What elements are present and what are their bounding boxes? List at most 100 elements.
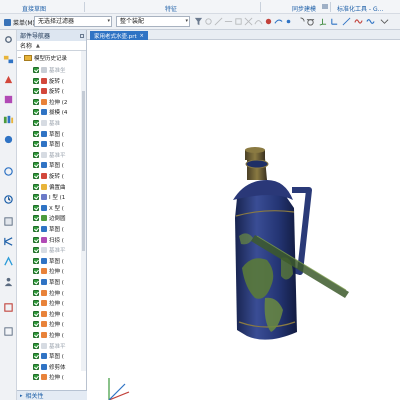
wave-curve-icon[interactable]	[366, 17, 375, 26]
quadrant-icon[interactable]	[296, 17, 305, 26]
visibility-checkbox[interactable]	[33, 67, 39, 73]
tree-item[interactable]: 拉伸 (	[17, 319, 79, 329]
snap-point-icon[interactable]	[204, 17, 213, 26]
endpoint-icon[interactable]	[214, 17, 223, 26]
assembly-navigator-icon[interactable]	[3, 54, 14, 65]
visibility-checkbox[interactable]	[33, 215, 39, 222]
control-point-icon[interactable]	[234, 17, 243, 26]
arc-center-icon[interactable]	[254, 17, 263, 26]
ribbon-group-direct-sketch[interactable]: 直接草图	[22, 4, 46, 13]
visibility-checkbox[interactable]	[33, 279, 39, 285]
part-navigator-icon[interactable]	[3, 94, 14, 105]
visibility-checkbox[interactable]	[33, 226, 39, 232]
visibility-checkbox[interactable]	[33, 77, 39, 84]
system-scene-icon[interactable]	[3, 302, 14, 313]
wcs-icon[interactable]	[330, 17, 339, 26]
tree-item[interactable]: 基准坐	[17, 65, 79, 75]
constraint-navigator-icon[interactable]	[3, 74, 14, 85]
thermos-kettle-model[interactable]	[233, 147, 349, 340]
tree-item[interactable]: 拉伸 (	[17, 266, 79, 276]
visibility-checkbox[interactable]	[33, 268, 39, 275]
tree-item[interactable]: 偏置曲	[17, 182, 79, 192]
process-studio-icon[interactable]	[3, 236, 14, 247]
tab-part-file[interactable]: 家用老式水壶.prt ×	[90, 31, 148, 40]
visibility-checkbox[interactable]	[33, 98, 39, 105]
tree-item[interactable]: 草图 (	[17, 256, 79, 266]
visibility-checkbox[interactable]	[33, 289, 39, 296]
graphics-window[interactable]: 家用老式水壶.prt ×	[87, 30, 400, 400]
visibility-checkbox[interactable]	[33, 162, 39, 169]
tree-item[interactable]: 草图 (	[17, 224, 79, 234]
visibility-checkbox[interactable]	[33, 130, 39, 137]
ribbon-group-feature[interactable]: 特征	[165, 4, 177, 13]
tree-item[interactable]: 基准平	[17, 150, 79, 160]
tree-item[interactable]: 基准	[17, 118, 79, 128]
tree-item[interactable]: 草图 (	[17, 351, 79, 361]
orient-view-icon[interactable]	[342, 17, 351, 26]
reuse-library-icon[interactable]	[3, 114, 14, 125]
visibility-checkbox[interactable]	[33, 204, 39, 211]
tree-item[interactable]: 拉伸 (	[17, 372, 79, 381]
web-browser-icon[interactable]	[3, 166, 14, 177]
visibility-checkbox[interactable]	[33, 88, 39, 95]
ribbon-group-sync-modeling[interactable]: 同步建模	[292, 4, 316, 13]
model-view[interactable]	[87, 40, 400, 400]
view-triad[interactable]	[108, 378, 130, 400]
view-triad-icon[interactable]	[318, 17, 327, 26]
tree-item[interactable]: 草图 (	[17, 139, 79, 149]
tree-item[interactable]: 拉伸 (2	[17, 97, 79, 107]
visibility-checkbox[interactable]	[33, 120, 39, 126]
snap-settings-icon[interactable]	[264, 17, 273, 26]
midpoint-icon[interactable]	[224, 17, 233, 26]
tree-item[interactable]: 旋转 (	[17, 76, 79, 86]
visibility-checkbox[interactable]	[33, 194, 39, 201]
visibility-checkbox[interactable]	[33, 374, 39, 381]
pin-icon[interactable]	[80, 33, 84, 38]
visibility-checkbox[interactable]	[33, 353, 39, 360]
palette-icon[interactable]	[3, 326, 14, 337]
visibility-checkbox[interactable]	[33, 257, 39, 264]
tree-item[interactable]: 草图 (	[17, 277, 79, 287]
tree-root-model-history[interactable]: − 模型历史记录	[17, 53, 67, 63]
tree-item[interactable]: 基准平	[17, 341, 79, 351]
ribbon-expand-icon[interactable]	[322, 4, 328, 9]
visibility-checkbox[interactable]	[33, 173, 39, 179]
visibility-checkbox[interactable]	[33, 363, 39, 370]
tree-item[interactable]: 旋转 (	[17, 171, 79, 181]
visibility-checkbox[interactable]	[33, 321, 39, 328]
collapse-icon[interactable]: −	[17, 55, 22, 61]
tree-item[interactable]: 草图 (	[17, 129, 79, 139]
tree-item[interactable]: 拉伸 (	[17, 298, 79, 308]
tree-item[interactable]: 基准平	[17, 245, 79, 255]
tree-item[interactable]: 拔模 (4	[17, 107, 79, 117]
point-on-curve-icon[interactable]	[284, 17, 293, 26]
select-filter-icon[interactable]	[194, 17, 203, 26]
visibility-checkbox[interactable]	[33, 247, 39, 254]
manufacturing-wizard-icon[interactable]	[3, 256, 14, 267]
tree-item[interactable]: 拉伸 (	[17, 330, 79, 340]
tree-item[interactable]: 旋转 (	[17, 86, 79, 96]
visibility-checkbox[interactable]	[33, 332, 39, 338]
visibility-checkbox[interactable]	[33, 236, 39, 243]
hd3d-tools-icon[interactable]	[3, 134, 14, 145]
tree-item[interactable]: 草图 (	[17, 160, 79, 170]
tree-item[interactable]: 拉伸 (	[17, 288, 79, 298]
scrollbar-thumb[interactable]	[82, 91, 85, 251]
visibility-checkbox[interactable]	[33, 183, 39, 190]
close-icon[interactable]: ×	[140, 33, 144, 39]
visibility-checkbox[interactable]	[33, 109, 39, 116]
tree-item[interactable]: 修剪体	[17, 362, 79, 372]
history-icon[interactable]	[3, 194, 14, 205]
tree-item[interactable]: X 型 (	[17, 203, 79, 213]
visibility-checkbox[interactable]	[33, 151, 39, 158]
dependencies-panel-header[interactable]: ▸ 相关性	[17, 390, 87, 400]
more-tools-icon[interactable]	[380, 17, 389, 26]
tangent-icon[interactable]	[306, 17, 315, 26]
visibility-checkbox[interactable]	[33, 342, 39, 349]
role-icon[interactable]	[3, 276, 14, 287]
tree-item[interactable]: I 型 (1	[17, 192, 79, 202]
tree-item[interactable]: 扫掠 (	[17, 235, 79, 245]
ribbon-group-standard-tools[interactable]: 标准化工具 - G...	[337, 4, 383, 13]
settings-icon[interactable]	[3, 34, 14, 45]
system-materials-icon[interactable]	[3, 216, 14, 227]
